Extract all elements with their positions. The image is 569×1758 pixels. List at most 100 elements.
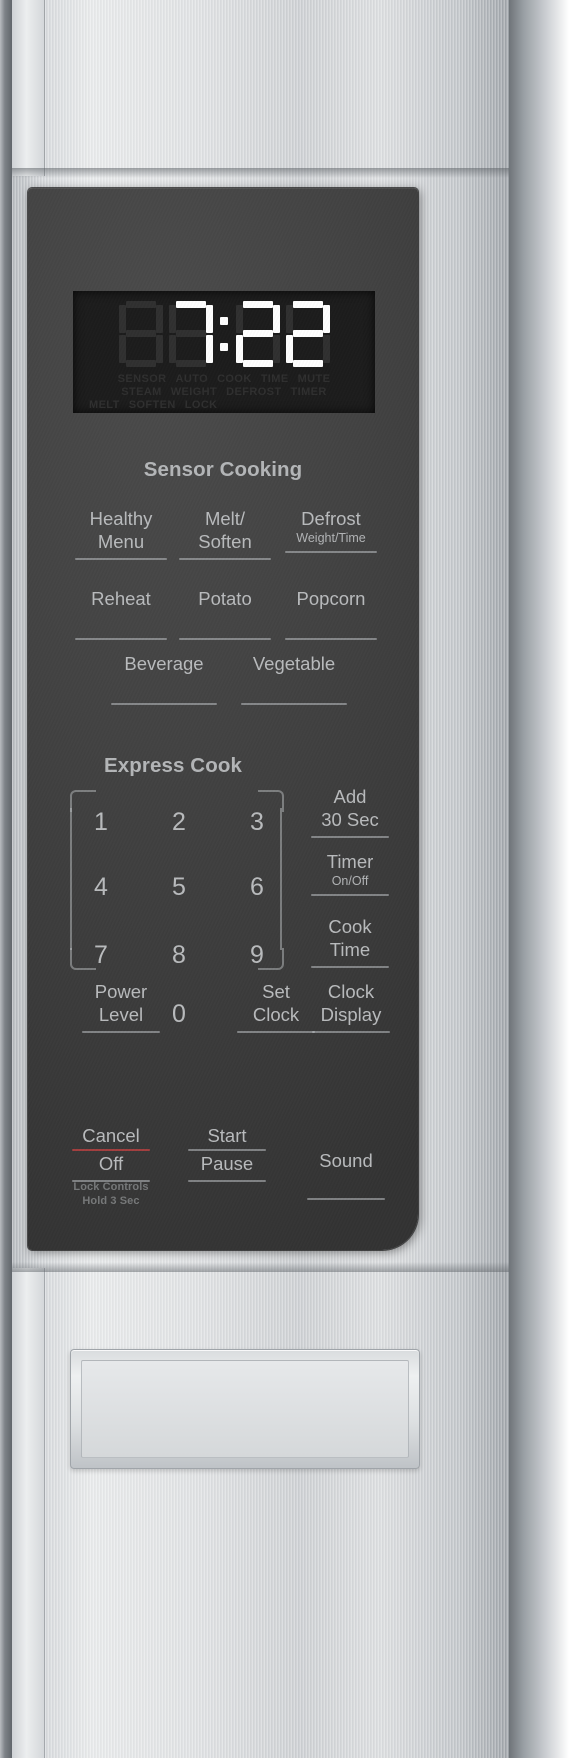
door-top-recess	[12, 0, 45, 176]
key-start-label: Start	[207, 1125, 247, 1146]
key-cancel-red-divider	[72, 1149, 150, 1151]
appliance-right-edge	[509, 0, 569, 1758]
indicator-steam: STEAM	[121, 386, 162, 398]
key-healthy-menu-line2: Menu	[97, 531, 145, 552]
seven-segment-clock	[73, 297, 375, 371]
indicator-time: TIME	[260, 373, 289, 385]
indicator-weight: WEIGHT	[170, 386, 218, 398]
key-add-30-sec-underline	[311, 836, 389, 838]
key-cook-time-line2: Time	[329, 939, 371, 960]
indicator-auto: AUTO	[175, 373, 209, 385]
indicator-timer: TIMER	[290, 386, 327, 398]
microwave-appliance: SENSOR AUTO COOK TIME MUTE STEAM WEIGHT …	[0, 0, 569, 1758]
key-cook-time-underline	[311, 966, 389, 968]
key-set-clock[interactable]: Set Clock	[221, 980, 331, 1033]
key-start-pause-underline	[188, 1180, 266, 1182]
key-clock-display-line1: Clock	[327, 981, 375, 1002]
key-sound-underline	[307, 1198, 385, 1200]
display-digit-4	[285, 301, 330, 367]
key-beverage[interactable]: Beverage	[104, 652, 224, 705]
door-bottom-recess	[12, 1268, 45, 1758]
display-digit-1	[118, 301, 163, 367]
indicator-lock: LOCK	[184, 399, 218, 411]
key-timer-underline	[311, 894, 389, 896]
key-6[interactable]: 6	[237, 873, 277, 902]
key-beverage-underline	[111, 703, 217, 705]
display-indicator-labels: SENSOR AUTO COOK TIME MUTE STEAM WEIGHT …	[83, 373, 365, 412]
key-pause-label: Pause	[200, 1153, 254, 1174]
key-reheat-label: Reheat	[91, 588, 151, 609]
lock-controls-note-line2: Hold 3 Sec	[82, 1195, 140, 1207]
vfd-display: SENSOR AUTO COOK TIME MUTE STEAM WEIGHT …	[73, 291, 375, 413]
key-melt-soften-underline	[179, 558, 271, 560]
key-vegetable-label: Vegetable	[252, 653, 336, 674]
key-sound[interactable]: Sound	[291, 1149, 401, 1200]
appliance-left-edge	[0, 0, 12, 1758]
key-healthy-menu-line1: Healthy	[89, 508, 153, 529]
key-potato[interactable]: Potato	[170, 587, 280, 640]
control-panel: SENSOR AUTO COOK TIME MUTE STEAM WEIGHT …	[28, 188, 418, 1250]
key-start-pause-divider	[188, 1149, 266, 1151]
key-3[interactable]: 3	[237, 808, 277, 837]
key-add-30-sec-line1: Add	[333, 786, 367, 807]
key-vegetable[interactable]: Vegetable	[230, 652, 358, 705]
key-popcorn[interactable]: Popcorn	[271, 587, 391, 640]
key-melt-soften-line2: Soften	[198, 531, 252, 552]
key-9[interactable]: 9	[237, 941, 277, 970]
key-power-level-underline	[82, 1031, 160, 1033]
door-top-shadow	[12, 168, 509, 178]
indicator-row-2: STEAM WEIGHT DEFROST TIMER	[83, 386, 365, 399]
key-power-level-line1: Power	[94, 981, 148, 1002]
display-digit-2	[168, 301, 213, 367]
door-handle-plate[interactable]	[70, 1349, 420, 1469]
indicator-mute: MUTE	[297, 373, 331, 385]
key-4[interactable]: 4	[81, 873, 121, 902]
key-1[interactable]: 1	[81, 808, 121, 837]
key-start-pause[interactable]: Start Pause	[172, 1124, 282, 1182]
sensor-cooking-heading: Sensor Cooking	[143, 458, 303, 481]
key-add-30-sec[interactable]: Add 30 Sec	[300, 785, 400, 838]
key-defrost-underline	[285, 551, 377, 553]
door-handle-inset	[81, 1360, 409, 1458]
indicator-row-1: SENSOR AUTO COOK TIME MUTE	[83, 373, 365, 386]
key-vegetable-underline	[241, 703, 347, 705]
key-healthy-menu[interactable]: Healthy Menu	[66, 507, 176, 560]
key-healthy-menu-underline	[75, 558, 167, 560]
key-cancel-off[interactable]: Cancel Off	[56, 1124, 166, 1182]
key-2[interactable]: 2	[159, 808, 199, 837]
key-timer-line1: Timer	[326, 851, 374, 872]
key-beverage-label: Beverage	[124, 653, 204, 674]
key-8[interactable]: 8	[159, 941, 199, 970]
key-timer-sublabel: On/Off	[331, 874, 369, 888]
key-timer-on-off[interactable]: Timer On/Off	[300, 850, 400, 896]
express-cook-heading: Express Cook	[104, 754, 242, 777]
key-defrost-line1: Defrost	[301, 508, 361, 529]
key-popcorn-underline	[285, 638, 377, 640]
key-defrost-sublabel: Weight/Time	[296, 531, 366, 545]
key-reheat[interactable]: Reheat	[66, 587, 176, 640]
key-set-clock-underline	[237, 1031, 315, 1033]
lock-controls-note-line1: Lock Controls	[73, 1181, 149, 1193]
key-power-level[interactable]: Power Level	[66, 980, 176, 1033]
keypad-bracket-right-side	[280, 808, 282, 950]
indicator-sensor: SENSOR	[117, 373, 167, 385]
keypad-bracket-left-side	[70, 808, 72, 950]
lock-controls-note: Lock Controls Hold 3 Sec	[46, 1180, 176, 1208]
key-cancel-label: Cancel	[82, 1125, 140, 1146]
key-sound-label: Sound	[319, 1150, 373, 1171]
indicator-defrost: DEFROST	[226, 386, 282, 398]
door-bottom-shadow	[12, 1262, 509, 1272]
key-off-label: Off	[98, 1153, 124, 1174]
key-power-level-line2: Level	[98, 1004, 144, 1025]
key-potato-label: Potato	[198, 588, 252, 609]
display-digit-3	[235, 301, 280, 367]
key-7[interactable]: 7	[81, 941, 121, 970]
key-potato-underline	[179, 638, 271, 640]
key-5[interactable]: 5	[159, 873, 199, 902]
key-cook-time[interactable]: Cook Time	[300, 915, 400, 968]
indicator-melt: MELT	[89, 399, 120, 411]
key-defrost[interactable]: Defrost Weight/Time	[271, 507, 391, 553]
indicator-soften: SOFTEN	[128, 399, 176, 411]
key-melt-soften[interactable]: Melt/ Soften	[170, 507, 280, 560]
display-colon	[219, 301, 230, 367]
